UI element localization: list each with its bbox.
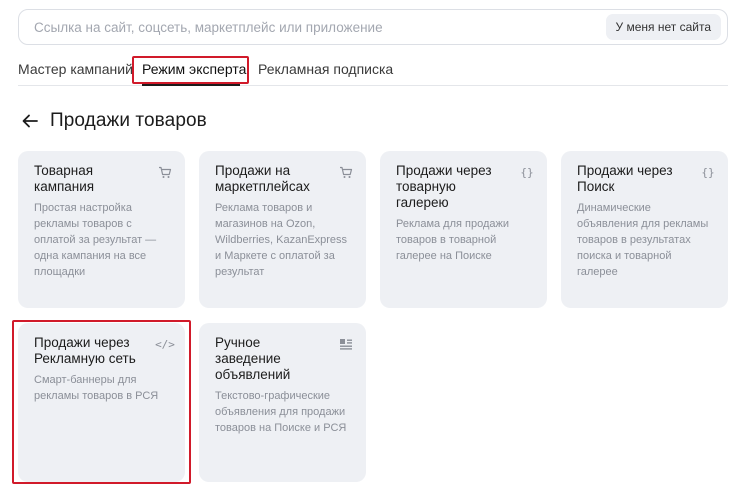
card-product-gallery-sales[interactable]: Продажи через товарную галерею Реклама д… xyxy=(380,151,547,308)
tab-expert-mode[interactable]: Режим эксперта xyxy=(142,61,246,77)
no-site-button[interactable]: У меня нет сайта xyxy=(605,14,721,40)
card-title: Продажи на маркетплейсах xyxy=(215,163,310,194)
braces-icon: {} xyxy=(701,165,715,179)
tab-campaign-wizard[interactable]: Мастер кампаний xyxy=(18,61,133,77)
page-title: Продажи товаров xyxy=(50,110,207,131)
page-header: Продажи товаров xyxy=(20,110,207,132)
arrow-left-icon[interactable] xyxy=(20,111,40,131)
active-tab-indicator xyxy=(142,84,240,86)
search-placeholder: Ссылка на сайт, соцсеть, маркетплейс или… xyxy=(34,19,383,35)
code-icon: </> xyxy=(155,337,175,351)
card-description: Смарт-баннеры для рекламы товаров в РСЯ xyxy=(34,374,159,402)
card-description: Динамические объявления для рекламы това… xyxy=(577,202,709,278)
card-title: Ручное заведение объявлений xyxy=(215,335,291,382)
card-description: Простая настройка рекламы товаров с опла… xyxy=(34,202,157,278)
site-url-input[interactable]: Ссылка на сайт, соцсеть, маркетплейс или… xyxy=(18,9,728,45)
card-product-campaign[interactable]: Товарная кампания Простая настройка рекл… xyxy=(18,151,185,308)
card-manual-ads[interactable]: Ручное заведение объявлений Текстово-гра… xyxy=(199,323,366,482)
card-title: Продажи через товарную галерею xyxy=(396,163,492,210)
card-description: Реклама товаров и магазинов на Ozon, Wil… xyxy=(215,202,348,278)
card-title: Продажи через Поиск xyxy=(577,163,673,194)
card-search-sales[interactable]: Продажи через Поиск Динамические объявле… xyxy=(561,151,728,308)
card-marketplace-sales[interactable]: Продажи на маркетплейсах Реклама товаров… xyxy=(199,151,366,308)
card-description: Реклама для продажи товаров в товарной г… xyxy=(396,218,510,262)
braces-icon: {} xyxy=(520,165,534,179)
mode-tabs: Мастер кампаний Режим эксперта Рекламная… xyxy=(18,56,728,86)
card-title: Продажи через Рекламную сеть xyxy=(34,335,136,366)
list-icon xyxy=(338,336,354,352)
card-description: Текстово-графические объявления для прод… xyxy=(215,390,347,434)
card-ad-network-sales[interactable]: Продажи через Рекламную сеть Смарт-банне… xyxy=(18,323,185,482)
tab-ad-subscription[interactable]: Рекламная подписка xyxy=(258,61,393,77)
cart-icon xyxy=(338,164,354,180)
card-title: Товарная кампания xyxy=(34,163,95,194)
cart-icon xyxy=(157,164,173,180)
